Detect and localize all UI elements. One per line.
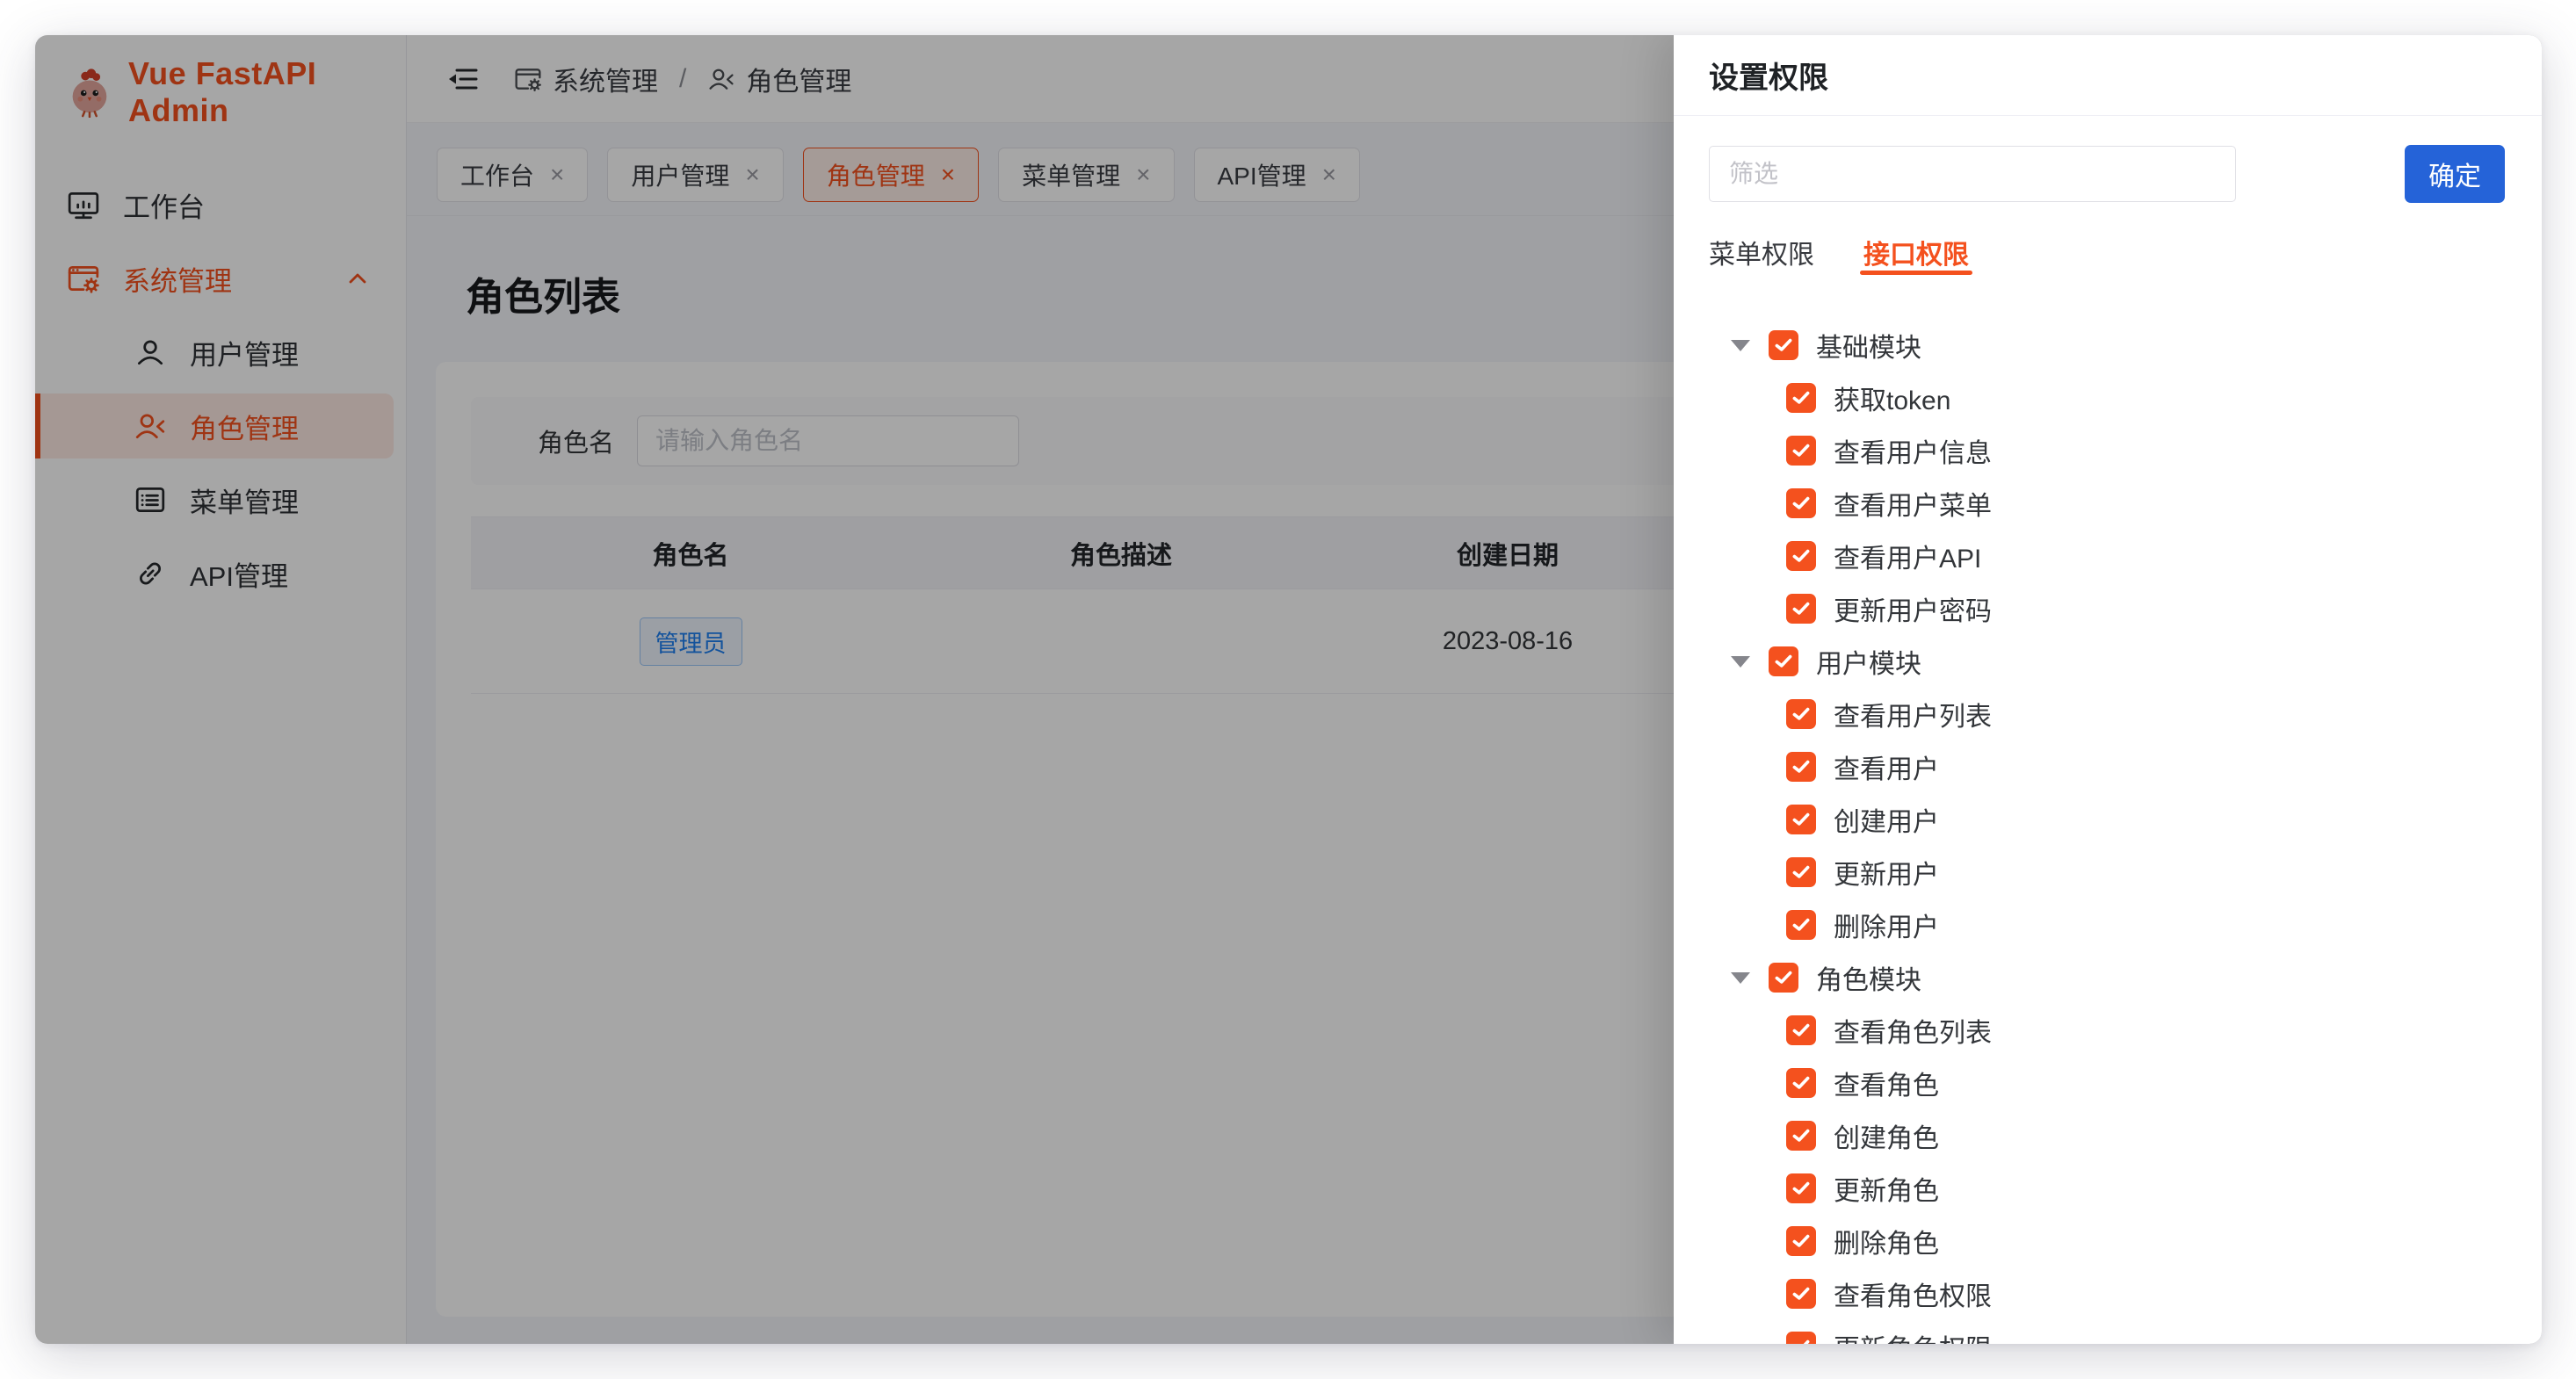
- tree-child-row: 更新用户密码: [1709, 582, 2507, 635]
- tree-node-label: 创建用户: [1834, 800, 1939, 839]
- tree-node-label: 查看用户: [1834, 747, 1939, 786]
- app-window: Vue FastAPI Admin 工作台: [35, 35, 2542, 1344]
- tree-node-label: 获取token: [1834, 379, 1950, 417]
- checkbox-checked[interactable]: [1786, 1068, 1816, 1098]
- tree-node-label: 创建角色: [1834, 1116, 1939, 1155]
- tree-parent-row: 角色模块: [1709, 951, 2507, 1004]
- drawer-tabs: 菜单权限 接口权限: [1709, 233, 2507, 275]
- filter-row: 确定: [1709, 145, 2507, 203]
- checkbox-checked[interactable]: [1786, 1173, 1816, 1203]
- tree-node-label: 更新用户: [1834, 853, 1939, 892]
- tree-child-row: 查看用户API: [1709, 530, 2507, 582]
- checkbox-checked[interactable]: [1786, 436, 1816, 466]
- tree-child-row: 查看角色: [1709, 1057, 2507, 1109]
- tab-api-permissions[interactable]: 接口权限: [1863, 233, 1969, 275]
- tree-child-row: 删除角色: [1709, 1215, 2507, 1267]
- tree-child-row: 查看用户列表: [1709, 688, 2507, 740]
- permissions-tree: 基础模块获取token 查看用户信息查看用户菜单查看用户API 更新用户密码用户模块…: [1709, 319, 2507, 1344]
- filter-input[interactable]: [1709, 146, 2236, 202]
- confirm-button[interactable]: 确定: [2405, 145, 2505, 203]
- checkbox-checked[interactable]: [1786, 1332, 1816, 1344]
- tree-child-row: 查看用户菜单: [1709, 477, 2507, 530]
- tree-node-label: 删除角色: [1834, 1222, 1939, 1260]
- tree-child-row: 查看角色列表: [1709, 1004, 2507, 1057]
- checkbox-checked[interactable]: [1786, 541, 1816, 571]
- tree-parent-row: 用户模块: [1709, 635, 2507, 688]
- tree-node-label: 更新角色权限: [1834, 1327, 1992, 1344]
- tree-node-label: 查看用户列表: [1834, 695, 1992, 733]
- tree-node-label: 查看用户API: [1834, 537, 1981, 575]
- checkbox-checked[interactable]: [1786, 594, 1816, 624]
- tree-node-label: 查看用户菜单: [1834, 484, 1992, 523]
- tree-node-label: 查看角色: [1834, 1064, 1939, 1102]
- drawer-body: 确定 菜单权限 接口权限 基础模块获取token 查看用户信息查看用户菜单查看用户…: [1674, 116, 2542, 1344]
- checkbox-checked[interactable]: [1786, 1226, 1816, 1256]
- checkbox-checked[interactable]: [1786, 1015, 1816, 1045]
- checkbox-checked[interactable]: [1786, 857, 1816, 887]
- tree-node-label: 更新角色: [1834, 1169, 1939, 1208]
- tree-child-row: 更新用户: [1709, 846, 2507, 899]
- caret-down-icon[interactable]: [1723, 644, 1758, 679]
- tree-node-label: 用户模块: [1816, 642, 1921, 681]
- tree-child-row: 查看用户信息: [1709, 424, 2507, 477]
- checkbox-checked[interactable]: [1769, 330, 1798, 360]
- checkbox-checked[interactable]: [1786, 699, 1816, 729]
- tree-parent-row: 基础模块: [1709, 319, 2507, 372]
- caret-down-icon[interactable]: [1723, 328, 1758, 363]
- tree-node-label: 更新用户密码: [1834, 589, 1992, 628]
- checkbox-checked[interactable]: [1786, 488, 1816, 518]
- tree-child-row: 更新角色: [1709, 1162, 2507, 1215]
- tree-node-label: 删除用户: [1834, 906, 1939, 944]
- tree-node-label: 查看角色列表: [1834, 1011, 1992, 1050]
- checkbox-checked[interactable]: [1786, 910, 1816, 940]
- drawer-title: 设置权限: [1709, 54, 1828, 97]
- checkbox-checked[interactable]: [1786, 383, 1816, 413]
- permissions-drawer: 设置权限 确定 菜单权限 接口权限 基础模块获取token查看用户信息查看用户菜…: [1674, 35, 2542, 1344]
- tree-child-row: 获取token: [1709, 372, 2507, 424]
- tab-menu-permissions[interactable]: 菜单权限: [1709, 233, 1814, 275]
- tree-child-row: 创建角色: [1709, 1109, 2507, 1162]
- tree-child-row: 查看用户: [1709, 740, 2507, 793]
- checkbox-checked[interactable]: [1769, 963, 1798, 993]
- checkbox-checked[interactable]: [1786, 1121, 1816, 1151]
- checkbox-checked[interactable]: [1786, 1279, 1816, 1309]
- checkbox-checked[interactable]: [1786, 752, 1816, 782]
- tree-node-label: 查看角色权限: [1834, 1274, 1992, 1313]
- tree-node-label: 角色模块: [1816, 958, 1921, 997]
- caret-down-icon[interactable]: [1723, 960, 1758, 995]
- tree-child-row: 查看角色权限: [1709, 1267, 2507, 1320]
- checkbox-checked[interactable]: [1786, 805, 1816, 834]
- drawer-header: 设置权限: [1674, 35, 2542, 116]
- tree-child-row: 更新角色权限: [1709, 1320, 2507, 1344]
- tree-child-row: 删除用户: [1709, 899, 2507, 951]
- checkbox-checked[interactable]: [1769, 646, 1798, 676]
- tree-child-row: 创建用户: [1709, 793, 2507, 846]
- tree-node-label: 查看用户信息: [1834, 431, 1992, 470]
- tree-node-label: 基础模块: [1816, 326, 1921, 365]
